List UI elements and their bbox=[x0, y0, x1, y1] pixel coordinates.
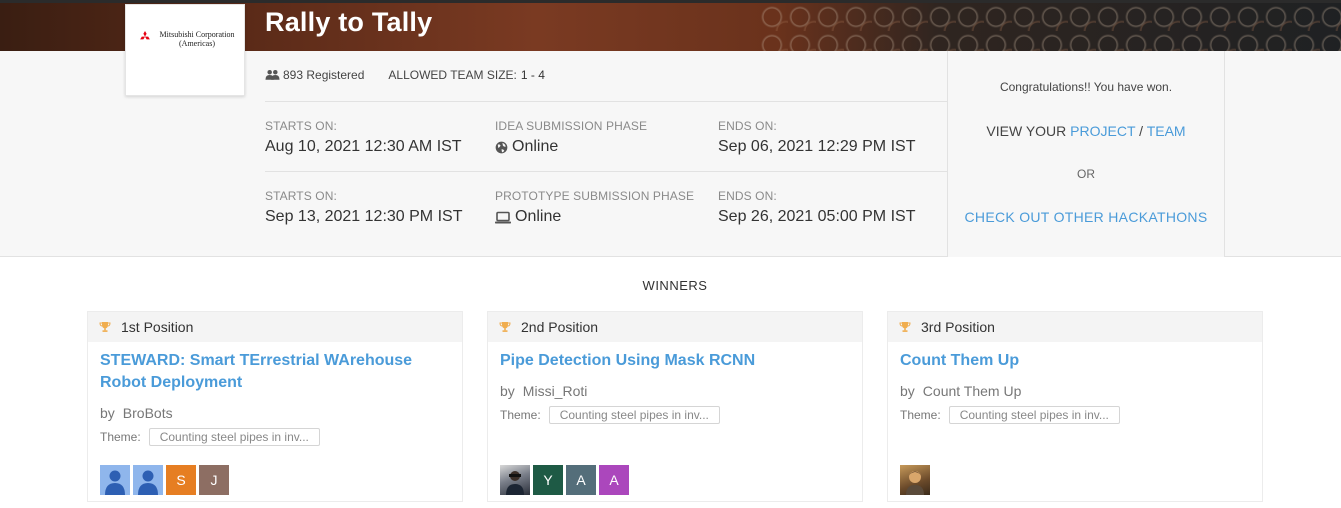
by-label: by bbox=[500, 383, 515, 399]
phase-2-end: ENDS ON: Sep 26, 2021 05:00 PM IST bbox=[718, 189, 915, 226]
or-text: OR bbox=[1077, 167, 1095, 181]
user-silhouette-icon bbox=[105, 470, 125, 495]
phase-mode-text: Online bbox=[512, 138, 559, 155]
start-date-text: Aug 10, 2021 12:30 AM IST bbox=[265, 138, 462, 155]
avatar[interactable] bbox=[900, 465, 930, 495]
avatar[interactable] bbox=[500, 465, 530, 495]
end-label: ENDS ON: bbox=[718, 119, 777, 133]
hackathon-stats: 893 Registered ALLOWED TEAM SIZE: 1 - 4 bbox=[265, 68, 545, 82]
divider bbox=[265, 101, 947, 102]
phase-label: IDEA SUBMISSION PHASE bbox=[495, 119, 648, 133]
team-line: by Missi_Roti bbox=[500, 383, 587, 399]
team-line: by BroBots bbox=[100, 405, 173, 421]
start-label: STARTS ON: bbox=[265, 119, 337, 133]
by-label: by bbox=[900, 383, 915, 399]
phase-1-start: STARTS ON: Aug 10, 2021 12:30 AM IST bbox=[265, 119, 462, 156]
theme-label: Theme: bbox=[100, 430, 141, 444]
winners-heading: WINNERS bbox=[642, 278, 708, 293]
team-name: BroBots bbox=[122, 405, 173, 421]
user-photo-icon bbox=[506, 471, 524, 495]
other-hackathons-link[interactable]: CHECK OUT OTHER HACKATHONS bbox=[948, 209, 1224, 225]
team-avatars: S J bbox=[100, 465, 232, 495]
by-label: by bbox=[100, 405, 115, 421]
congrats-message: Congratulations!! You have won. bbox=[999, 80, 1173, 94]
avatar[interactable] bbox=[100, 465, 130, 495]
phase-1-end: ENDS ON: Sep 06, 2021 12:29 PM IST bbox=[718, 119, 915, 156]
trophy-icon bbox=[99, 322, 111, 332]
phase-mode: Online bbox=[495, 208, 694, 226]
start-date-text: Sep 13, 2021 12:30 PM IST bbox=[265, 208, 463, 225]
avatar[interactable]: Y bbox=[533, 465, 563, 495]
avatar[interactable]: A bbox=[599, 465, 629, 495]
team-name: Count Them Up bbox=[922, 383, 1022, 399]
view-your-line: VIEW YOUR PROJECT / TEAM bbox=[948, 123, 1224, 139]
theme-label: Theme: bbox=[500, 408, 541, 422]
team-avatars: Y A A bbox=[500, 465, 632, 495]
team-link[interactable]: TEAM bbox=[1147, 123, 1186, 139]
project-title-link[interactable]: Pipe Detection Using Mask RCNN bbox=[500, 350, 850, 372]
users-icon bbox=[265, 69, 280, 80]
position-header: 2nd Position bbox=[488, 312, 862, 342]
winner-card-1st: 1st Position STEWARD: Smart TErrestrial … bbox=[87, 311, 463, 502]
position-header: 1st Position bbox=[88, 312, 462, 342]
globe-icon bbox=[495, 141, 508, 153]
view-prefix: VIEW YOUR bbox=[986, 123, 1067, 139]
mitsubishi-logo-icon bbox=[140, 31, 150, 40]
theme-line: Theme: Counting steel pipes in inv... bbox=[900, 406, 1120, 424]
end-date: Sep 06, 2021 12:29 PM IST bbox=[718, 138, 915, 156]
start-date: Sep 13, 2021 12:30 PM IST bbox=[265, 208, 462, 226]
winner-card-3rd: 3rd Position Count Them Up by Count Them … bbox=[887, 311, 1263, 502]
team-line: by Count Them Up bbox=[900, 383, 1021, 399]
end-date-text: Sep 06, 2021 12:29 PM IST bbox=[718, 138, 916, 155]
start-date: Aug 10, 2021 12:30 AM IST bbox=[265, 138, 462, 156]
phase-label: PROTOTYPE SUBMISSION PHASE bbox=[495, 189, 695, 203]
phase-1-type: IDEA SUBMISSION PHASE Online bbox=[495, 119, 647, 156]
position-label: 2nd Position bbox=[521, 319, 599, 335]
trophy-icon bbox=[499, 322, 511, 332]
avatar[interactable]: S bbox=[166, 465, 196, 495]
position-header: 3rd Position bbox=[888, 312, 1262, 342]
theme-tag[interactable]: Counting steel pipes in inv... bbox=[548, 406, 720, 424]
theme-label: Theme: bbox=[900, 408, 941, 422]
theme-tag[interactable]: Counting steel pipes in inv... bbox=[148, 428, 320, 446]
position-label: 3rd Position bbox=[921, 319, 995, 335]
theme-line: Theme: Counting steel pipes in inv... bbox=[500, 406, 720, 424]
logo-text: Mitsubishi Corporation (Americas) bbox=[159, 30, 235, 48]
phase-mode: Online bbox=[495, 138, 647, 156]
hackathon-title: Rally to Tally bbox=[265, 7, 433, 37]
theme-tag[interactable]: Counting steel pipes in inv... bbox=[948, 406, 1120, 424]
team-size-value: 1 - 4 bbox=[520, 68, 545, 82]
team-size-label: ALLOWED TEAM SIZE: bbox=[388, 68, 517, 82]
divider bbox=[265, 171, 947, 172]
avatar[interactable] bbox=[133, 465, 163, 495]
registered-count: 893 Registered bbox=[283, 68, 365, 82]
end-date-text: Sep 26, 2021 05:00 PM IST bbox=[718, 208, 916, 225]
end-label: ENDS ON: bbox=[718, 189, 777, 203]
project-link[interactable]: PROJECT bbox=[1070, 123, 1135, 139]
avatar[interactable]: A bbox=[566, 465, 596, 495]
project-title-link[interactable]: Count Them Up bbox=[900, 350, 1250, 372]
phase-2-type: PROTOTYPE SUBMISSION PHASE Online bbox=[495, 189, 694, 226]
position-label: 1st Position bbox=[121, 319, 194, 335]
winner-card-2nd: 2nd Position Pipe Detection Using Mask R… bbox=[487, 311, 863, 502]
project-title-link[interactable]: STEWARD: Smart TErrestrial WArehouse Rob… bbox=[100, 350, 450, 394]
user-silhouette-icon bbox=[138, 470, 158, 495]
company-logo: Mitsubishi Corporation (Americas) bbox=[125, 4, 245, 96]
team-name: Missi_Roti bbox=[522, 383, 588, 399]
theme-line: Theme: Counting steel pipes in inv... bbox=[100, 428, 320, 446]
end-date: Sep 26, 2021 05:00 PM IST bbox=[718, 208, 915, 226]
link-separator: / bbox=[1139, 123, 1144, 139]
phase-2-start: STARTS ON: Sep 13, 2021 12:30 PM IST bbox=[265, 189, 462, 226]
phase-mode-text: Online bbox=[515, 208, 562, 225]
laptop-icon bbox=[495, 211, 511, 223]
user-photo-icon bbox=[906, 471, 924, 495]
start-label: STARTS ON: bbox=[265, 189, 337, 203]
team-avatars bbox=[900, 465, 933, 495]
avatar[interactable]: J bbox=[199, 465, 229, 495]
trophy-icon bbox=[899, 322, 911, 332]
